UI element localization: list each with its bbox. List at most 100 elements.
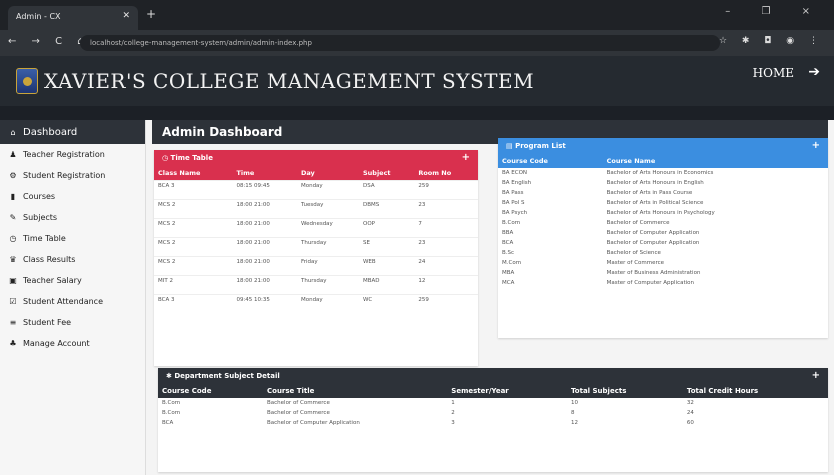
- table-row[interactable]: B.Com Bachelor of Commerce 1 10 32: [158, 398, 828, 408]
- table-cell: 18:00 21:00: [232, 275, 297, 295]
- add-department-icon[interactable]: +: [812, 370, 820, 381]
- sidebar-item-teacher-registration[interactable]: ♟ Teacher Registration: [0, 144, 145, 165]
- sidebar-item-courses[interactable]: ▮ Courses: [0, 186, 145, 207]
- sidebar-item-dashboard[interactable]: ⌂ Dashboard: [0, 120, 145, 144]
- address-bar[interactable]: localhost/college-management-system/admi…: [80, 35, 720, 51]
- table-row[interactable]: BBA Bachelor of Computer Application: [498, 228, 828, 238]
- app-window: Admin - CX ✕ + – ❐ × ← → C ⌂ localhost/c…: [0, 0, 834, 475]
- column-header[interactable]: Class Name: [154, 166, 233, 181]
- column-header[interactable]: Time: [232, 166, 297, 181]
- table-cell: MIT 2: [154, 275, 233, 295]
- table-row[interactable]: B.Com Bachelor of Commerce 2 8 24: [158, 408, 828, 418]
- column-header[interactable]: Course Code: [158, 384, 263, 398]
- sidebar-item-student-fee[interactable]: ≡ Student Fee: [0, 312, 145, 333]
- table-cell: 18:00 21:00: [232, 237, 297, 257]
- table-cell: 09:45 10:35: [232, 294, 297, 314]
- browser-tab[interactable]: Admin - CX ✕: [8, 6, 138, 30]
- table-cell: BCA 3: [154, 294, 233, 314]
- table-row[interactable]: BA Pass Bachelor of Arts in Pass Course: [498, 188, 828, 198]
- table-cell: Bachelor of Arts in Political Science: [606, 200, 704, 206]
- sidebar-item-label: Teacher Registration: [23, 150, 105, 159]
- sidebar-item-student-attendance[interactable]: ☑ Student Attendance: [0, 291, 145, 312]
- check-icon: ☑: [9, 297, 17, 306]
- table-cell: BA Pol S: [502, 200, 525, 206]
- table-cell: 18:00 21:00: [232, 256, 297, 276]
- department-panel: ✱ Department Subject Detail + Course Cod…: [158, 368, 828, 472]
- table-row[interactable]: BA Psych Bachelor of Arts Honours in Psyc…: [498, 208, 828, 218]
- column-header[interactable]: Course Title: [263, 384, 448, 398]
- column-header[interactable]: Semester/Year: [447, 384, 567, 398]
- table-cell: Master of Commerce: [606, 260, 665, 266]
- table-cell: BA ECON: [502, 170, 528, 176]
- table-row[interactable]: BA ECON Bachelor of Arts Honours in Econo…: [498, 168, 828, 178]
- department-title: Department Subject Detail: [174, 372, 280, 380]
- table-row[interactable]: MCS 2 18:00 21:00 Friday WEB 24: [154, 256, 478, 276]
- sidebar-item-teacher-salary[interactable]: ▣ Teacher Salary: [0, 270, 145, 291]
- table-row[interactable]: MCS 2 18:00 21:00 Thursday SE 23: [154, 237, 478, 257]
- column-header[interactable]: Subject: [358, 166, 415, 181]
- logout-icon[interactable]: ➔: [808, 64, 820, 80]
- table-row[interactable]: BA English Bachelor of Arts Honours in En…: [498, 178, 828, 188]
- sidebar-item-student-registration[interactable]: ⚙ Student Registration: [0, 165, 145, 186]
- sidebar-item-class-results[interactable]: ♛ Class Results: [0, 249, 145, 270]
- column-header[interactable]: Day: [296, 166, 359, 181]
- table-row[interactable]: M.Com Master of Commerce: [498, 258, 828, 268]
- trophy-icon: ♛: [9, 255, 17, 264]
- table-cell: BA English: [502, 180, 532, 186]
- extension-icons[interactable]: ☆ ✱ ◘ ◉ ⋮: [719, 36, 824, 46]
- table-cell: Friday: [296, 256, 359, 276]
- table-row[interactable]: B.Sc Bachelor of Science: [498, 248, 828, 258]
- table-cell: Bachelor of Commerce: [267, 400, 330, 406]
- table-row[interactable]: MCA Master of Computer Application: [498, 278, 828, 288]
- table-cell: Wednesday: [296, 218, 359, 238]
- table-cell: Thursday: [296, 275, 359, 295]
- sidebar-item-label: Student Fee: [23, 318, 72, 327]
- column-header[interactable]: Total Subjects: [566, 384, 683, 398]
- table-cell: MBAD: [358, 275, 415, 295]
- new-tab-icon[interactable]: +: [146, 7, 156, 21]
- table-cell: Master of Computer Application: [606, 280, 695, 286]
- add-timetable-icon[interactable]: +: [462, 152, 470, 163]
- table-cell: 3: [451, 420, 455, 426]
- table-row[interactable]: MIT 2 18:00 21:00 Thursday MBAD 12: [154, 275, 478, 295]
- table-cell: MCS 2: [154, 256, 233, 276]
- home-link[interactable]: HOME: [753, 66, 794, 80]
- timetable-header: ◷ Time Table +: [154, 150, 478, 166]
- table-row[interactable]: B.Com Bachelor of Commerce: [498, 218, 828, 228]
- sidebar-item-label: Courses: [23, 192, 56, 201]
- browser-nav-icons[interactable]: ← → C ⌂: [8, 36, 90, 47]
- sidebar-item-time-table[interactable]: ◷ Time Table: [0, 228, 145, 249]
- table-cell: 10: [570, 400, 578, 406]
- home-icon: ⌂: [10, 127, 16, 137]
- table-row[interactable]: BA Pol S Bachelor of Arts in Political Sc…: [498, 198, 828, 208]
- table-row[interactable]: BCA Bachelor of Computer Application 3 12 60: [158, 418, 828, 428]
- table-cell: Bachelor of Computer Application: [606, 230, 700, 236]
- table-cell: 2: [451, 410, 455, 416]
- table-row[interactable]: BCA 3 09:45 10:35 Monday WC 259: [154, 294, 478, 314]
- table-cell: SE: [358, 237, 415, 257]
- site-title: XAVIER'S COLLEGE MANAGEMENT SYSTEM: [44, 69, 535, 93]
- table-row[interactable]: BCA Bachelor of Computer Application: [498, 238, 828, 248]
- table-cell: 08:15 09:45: [232, 180, 297, 200]
- table-cell: Tuesday: [296, 199, 359, 219]
- table-row[interactable]: BCA 3 08:15 09:45 Monday DSA 259: [154, 180, 478, 200]
- column-header[interactable]: Course Name: [602, 154, 828, 168]
- sidebar-item-manage-account[interactable]: ♣ Manage Account: [0, 333, 145, 354]
- column-header[interactable]: Total Credit Hours: [682, 384, 828, 398]
- column-header[interactable]: Course Code: [498, 154, 603, 168]
- sidebar-item-label: Dashboard: [23, 126, 78, 138]
- sidebar-item-subjects[interactable]: ✎ Subjects: [0, 207, 145, 228]
- table-row[interactable]: MBA Master of Business Administration: [498, 268, 828, 278]
- table-cell: Bachelor of Arts Honours in English: [606, 180, 704, 186]
- table-row[interactable]: MCS 2 18:00 21:00 Tuesday DBMS 23: [154, 199, 478, 219]
- column-header[interactable]: Room No: [414, 166, 478, 181]
- list-icon: ≡: [9, 318, 17, 327]
- site-header: XAVIER'S COLLEGE MANAGEMENT SYSTEM HOME …: [0, 56, 834, 106]
- add-program-icon[interactable]: +: [812, 140, 820, 151]
- table-row[interactable]: MCS 2 18:00 21:00 Wednesday OOP 7: [154, 218, 478, 238]
- table-cell: Bachelor of Commerce: [606, 220, 670, 226]
- table-cell: Bachelor of Arts Honours in Psychology: [606, 210, 715, 216]
- window-controls[interactable]: – ❐ ×: [725, 6, 824, 17]
- table-cell: BCA 3: [154, 180, 233, 200]
- close-tab-icon[interactable]: ✕: [122, 11, 130, 21]
